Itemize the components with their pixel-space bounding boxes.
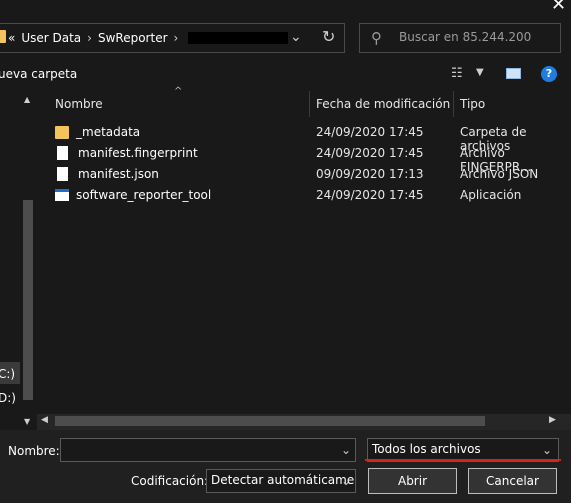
encoding-label: Codificación: xyxy=(131,474,209,488)
file-type: Aplicación xyxy=(460,188,522,202)
scroll-right-icon[interactable]: ▶ xyxy=(549,415,556,425)
file-name-field[interactable] xyxy=(60,438,356,462)
file-modified: 24/09/2020 17:45 xyxy=(316,125,424,139)
document-icon xyxy=(57,167,68,181)
breadcrumb: « User Data › SwReporter › xyxy=(8,30,289,46)
column-header-modified[interactable]: Fecha de modificación xyxy=(316,97,450,111)
open-button[interactable]: Abrir xyxy=(368,468,457,494)
list-item[interactable]: manifest.fingerprint xyxy=(55,143,198,163)
breadcrumb-user-data[interactable]: User Data xyxy=(21,31,81,45)
breadcrumb-overflow[interactable]: « xyxy=(8,31,15,45)
file-name: software_reporter_tool xyxy=(76,188,212,202)
new-folder-button[interactable]: ueva carpeta xyxy=(0,67,77,81)
file-type: Archivo JSON xyxy=(460,167,539,181)
column-header-name[interactable]: Nombre xyxy=(55,97,103,111)
breadcrumb-swreporter[interactable]: SwReporter xyxy=(98,31,168,45)
column-divider[interactable] xyxy=(309,91,310,117)
column-divider[interactable] xyxy=(453,91,454,117)
horizontal-scrollbar-thumb[interactable] xyxy=(55,416,485,426)
refresh-icon[interactable]: ↻ xyxy=(322,27,335,46)
folder-icon xyxy=(55,125,69,139)
folder-icon xyxy=(0,30,6,43)
file-name-label: Nombre: xyxy=(8,444,60,458)
nav-item-drive-c[interactable]: C:) xyxy=(0,367,15,381)
redacted-path xyxy=(188,32,289,44)
scroll-down-icon[interactable]: ▼ xyxy=(24,417,30,426)
list-item[interactable]: software_reporter_tool xyxy=(55,185,211,205)
column-header-type[interactable]: Tipo xyxy=(460,97,485,111)
view-options-icon[interactable]: ☷ xyxy=(451,66,463,81)
encoding-select[interactable]: Detectar automáticamente xyxy=(206,469,356,493)
file-modified: 24/09/2020 17:45 xyxy=(316,146,424,160)
close-icon[interactable]: ✕ xyxy=(551,0,566,15)
search-placeholder: Buscar en 85.244.200 xyxy=(399,30,532,44)
chevron-down-icon[interactable]: ▼ xyxy=(476,67,484,78)
application-icon xyxy=(55,189,69,201)
search-icon: ⚲ xyxy=(371,29,382,47)
highlight-underline xyxy=(365,459,561,461)
list-item[interactable]: _metadata xyxy=(55,122,140,142)
cancel-button[interactable]: Cancelar xyxy=(468,468,557,494)
file-modified: 24/09/2020 17:45 xyxy=(316,188,424,202)
breadcrumb-separator[interactable]: › xyxy=(87,31,92,45)
scroll-up-icon[interactable]: ▲ xyxy=(24,95,30,104)
nav-item-drive-d[interactable]: D:) xyxy=(0,391,16,405)
file-modified: 09/09/2020 17:13 xyxy=(316,167,424,181)
preview-pane-icon[interactable] xyxy=(506,68,521,79)
document-icon xyxy=(57,146,68,160)
chevron-down-icon[interactable]: ⌄ xyxy=(542,443,552,457)
file-name: manifest.json xyxy=(78,167,159,181)
list-item[interactable]: manifest.json xyxy=(55,164,159,184)
help-icon[interactable]: ? xyxy=(541,66,557,82)
nav-scrollbar-thumb[interactable] xyxy=(23,200,33,400)
file-name: manifest.fingerprint xyxy=(78,146,198,160)
file-name: _metadata xyxy=(76,125,141,139)
sort-ascending-icon: ^ xyxy=(174,86,183,97)
chevron-down-icon[interactable]: ⌄ xyxy=(341,474,351,488)
breadcrumb-separator[interactable]: › xyxy=(174,31,179,45)
scroll-left-icon[interactable]: ◀ xyxy=(41,415,48,425)
chevron-down-icon[interactable]: ⌄ xyxy=(290,29,302,45)
chevron-down-icon[interactable]: ⌄ xyxy=(341,443,351,457)
